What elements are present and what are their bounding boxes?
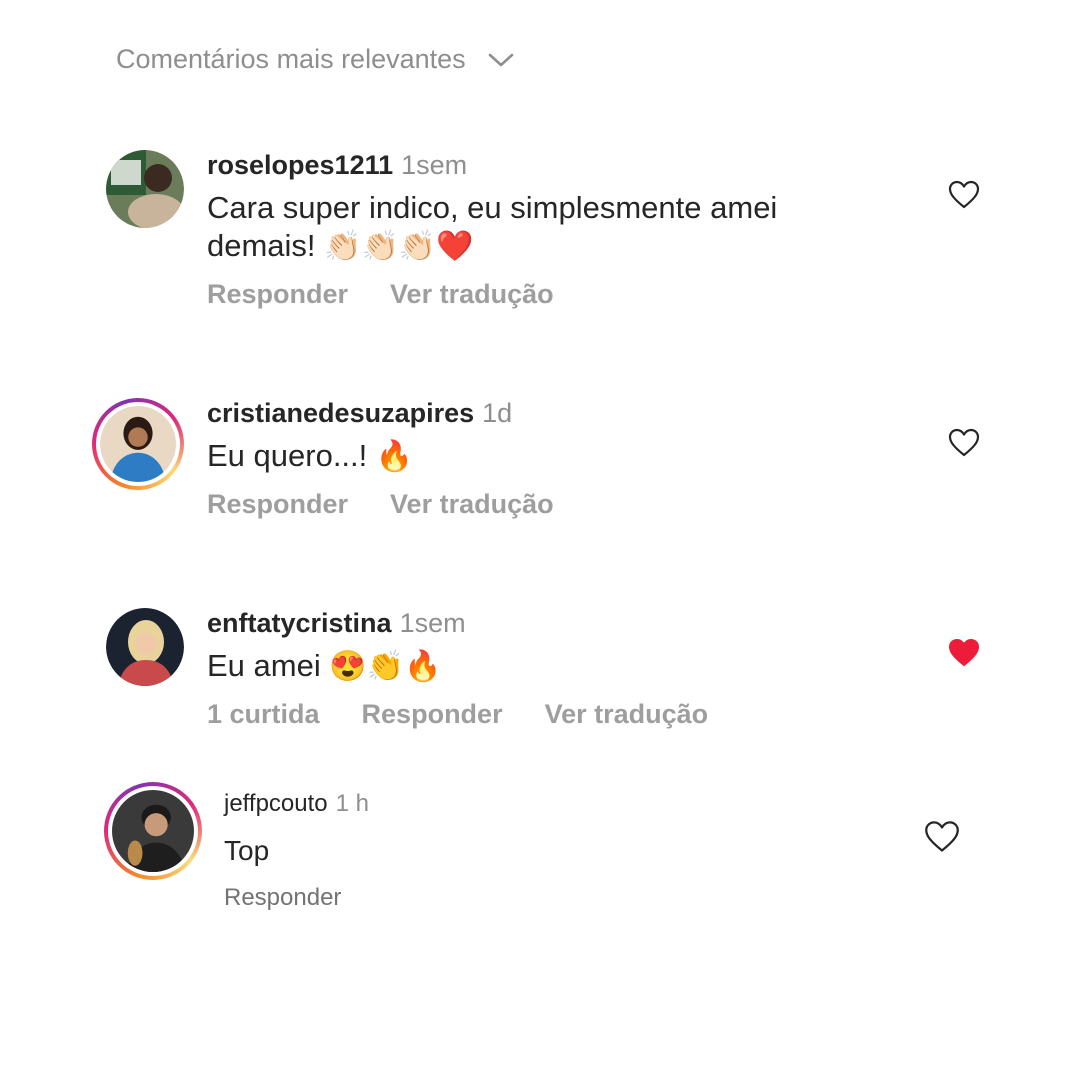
comment-time: 1d (482, 398, 513, 428)
heart-outline-icon (925, 821, 959, 852)
comment-text: Eu quero...! (207, 438, 368, 473)
avatar[interactable] (106, 150, 184, 228)
heart-outline-icon (948, 180, 980, 209)
comment-time: 1 h (335, 790, 370, 817)
avatar[interactable] (106, 608, 184, 686)
comment-emojis: 😍👏🔥 (329, 650, 442, 683)
comment-username[interactable]: roselopes1211 (207, 150, 393, 180)
like-button[interactable] (948, 428, 980, 458)
reply-button[interactable]: Responder (207, 489, 348, 520)
translate-button[interactable]: Ver tradução (545, 699, 709, 730)
sort-dropdown[interactable]: Comentários mais relevantes (116, 44, 514, 75)
comment-content: enftatycristina 1sem Eu amei 😍👏🔥 1 curtid… (207, 608, 708, 730)
comment-text: Cara super indico, eu simplesmente amei … (207, 190, 778, 263)
reply-button[interactable]: Responder (224, 884, 341, 912)
comment-time: 1sem (401, 150, 468, 180)
avatar[interactable] (104, 782, 202, 880)
avatar-image (100, 406, 176, 482)
chevron-down-icon (488, 53, 513, 66)
heart-outline-icon (948, 428, 980, 457)
comment-content: jeffpcouto 1 h Top Responder (224, 790, 369, 912)
reply-button[interactable]: Responder (207, 279, 348, 310)
like-button[interactable] (948, 180, 980, 210)
avatar[interactable] (92, 398, 184, 490)
like-button[interactable] (948, 638, 980, 668)
comment-username[interactable]: enftatycristina (207, 608, 392, 638)
sort-label: Comentários mais relevantes (116, 44, 466, 74)
comment-time: 1sem (399, 608, 466, 638)
comment-username[interactable]: cristianedesuzapires (207, 398, 474, 428)
comment-content: cristianedesuzapires 1d Eu quero...! 🔥 Re… (207, 398, 554, 520)
comment-emojis: 🔥 (375, 440, 414, 473)
comment-content: roselopes1211 1sem Cara super indico, eu … (207, 150, 887, 310)
avatar-image (112, 790, 194, 872)
comment-emojis: 👏🏻👏🏻👏🏻❤️ (324, 230, 474, 263)
like-button[interactable] (924, 820, 960, 854)
comments-panel: Comentários mais relevantes roselopes121… (0, 0, 1080, 1080)
heart-filled-icon (949, 639, 979, 666)
likes-count-button[interactable]: 1 curtida (207, 699, 320, 730)
comment-text: Eu amei (207, 648, 321, 683)
comment-text: Top (224, 835, 270, 866)
avatar-image (106, 150, 184, 228)
comment-username[interactable]: jeffpcouto (224, 790, 328, 817)
translate-button[interactable]: Ver tradução (390, 489, 554, 520)
translate-button[interactable]: Ver tradução (390, 279, 554, 310)
reply-button[interactable]: Responder (362, 699, 503, 730)
avatar-image (106, 608, 184, 686)
